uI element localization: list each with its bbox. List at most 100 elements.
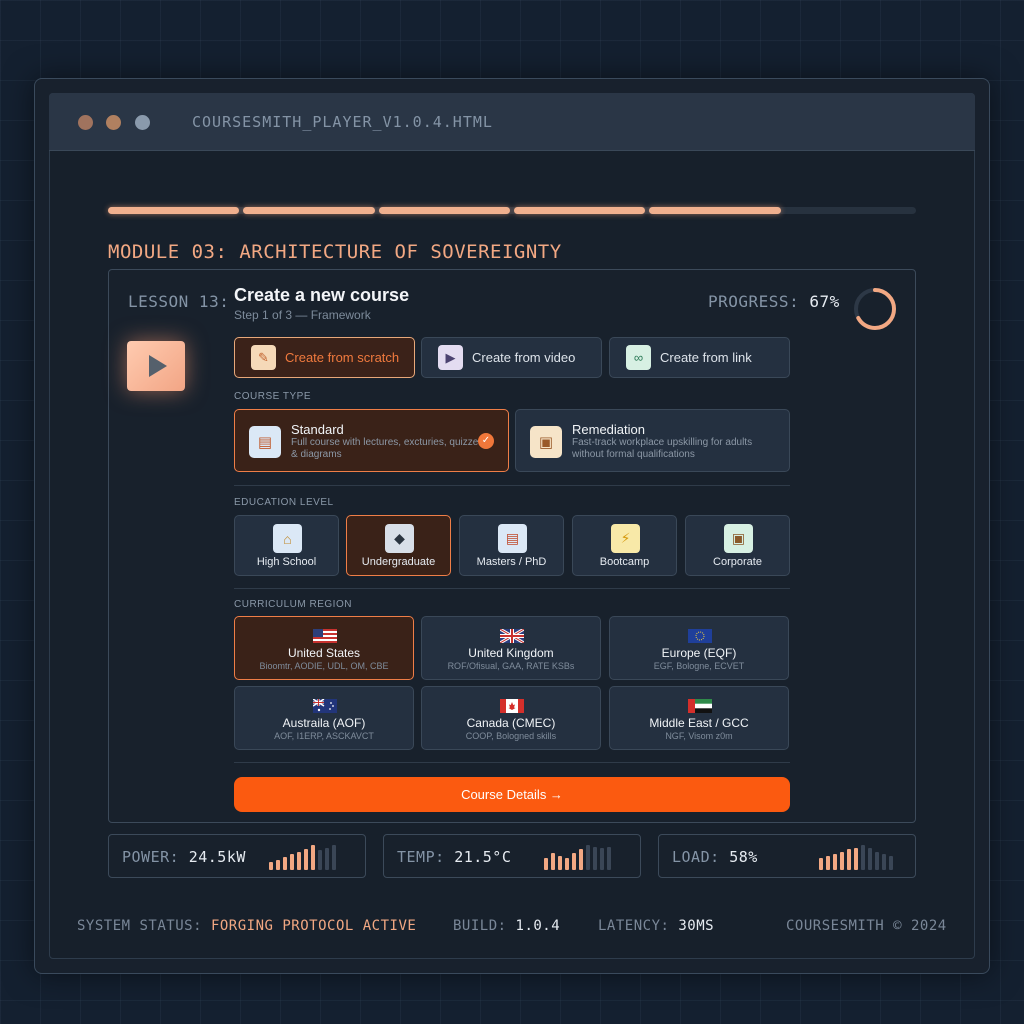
metric-bar — [889, 856, 893, 870]
region-name: Austraila (AOF) — [282, 716, 366, 730]
build-label: BUILD: — [453, 918, 507, 934]
region-middle-east[interactable]: Middle East / GCC NGF, Visom z0m — [609, 686, 789, 750]
education-level-masters-phd[interactable]: ▤ Masters / PhD — [459, 515, 564, 576]
metric-bar — [833, 854, 837, 870]
metric-readout: LOAD: 58% — [672, 848, 758, 866]
briefcase-icon: ▣ — [530, 426, 562, 458]
education-level-option-label: Undergraduate — [361, 556, 436, 568]
lightning-icon: ⚡ — [611, 524, 640, 553]
region-name: Europe (EQF) — [661, 646, 737, 660]
region-canada[interactable]: Canada (CMEC) COOP, Bologned skills — [421, 686, 601, 750]
create-from-video-label: Create from video — [472, 350, 576, 365]
region-frameworks: ROF/Ofisual, GAA, RATE KSBs — [447, 661, 575, 671]
metric-bar — [276, 860, 280, 870]
pencil-icon: ✎ — [251, 345, 276, 370]
metric-bar — [847, 849, 851, 870]
education-level-option-label: Bootcamp — [599, 556, 650, 568]
education-level-option-label: High School — [256, 556, 317, 568]
create-from-video-button[interactable]: ▶ Create from video — [421, 337, 602, 378]
metric-bar — [283, 857, 287, 870]
curriculum-region-label: CURRICULUM REGION — [234, 599, 352, 610]
region-name: United States — [287, 646, 361, 660]
system-status-value: FORGING PROTOCOL ACTIVE — [210, 918, 417, 934]
education-level-corporate[interactable]: ▣ Corporate — [685, 515, 790, 576]
education-level-option-label: Corporate — [713, 556, 762, 568]
region-united-kingdom[interactable]: United Kingdom ROF/Ofisual, GAA, RATE KS… — [421, 616, 601, 680]
progress-label: PROGRESS: — [708, 292, 800, 311]
create-from-link-button[interactable]: ∞ Create from link — [609, 337, 790, 378]
region-frameworks: COOP, Bologned skills — [465, 731, 557, 741]
metric-bar — [819, 858, 823, 870]
copyright: COURSESMITH © 2024 — [786, 918, 947, 934]
metric-bar — [826, 856, 830, 870]
play-button[interactable] — [127, 341, 185, 391]
us-flag-icon — [313, 629, 337, 643]
region-name: Canada (CMEC) — [466, 716, 556, 730]
metric-bar — [269, 862, 273, 870]
education-level-bootcamp[interactable]: ⚡ Bootcamp — [572, 515, 677, 576]
metric-value: 58% — [729, 848, 758, 866]
lesson-title: Create a new course — [234, 285, 410, 305]
section-divider — [234, 588, 790, 589]
build-value: 1.0.4 — [515, 918, 561, 934]
metric-bar — [593, 847, 597, 870]
video-camera-icon: ▶ — [438, 345, 463, 370]
metric-bar — [854, 848, 858, 870]
metric-bar — [579, 849, 583, 870]
window-minimize-dot[interactable] — [106, 115, 121, 130]
metric-bars — [544, 844, 611, 870]
metric-bars — [269, 844, 336, 870]
education-level-undergraduate[interactable]: ◆ Undergraduate — [346, 515, 451, 576]
progress-value: 67% — [809, 292, 840, 311]
metric-bar — [304, 849, 308, 870]
module-progress-segment — [378, 207, 510, 214]
course-type-name: Remediation — [572, 422, 645, 437]
briefcase-icon: ▣ — [724, 524, 753, 553]
books-icon: ▤ — [249, 426, 281, 458]
region-europe[interactable]: Europe (EQF) EGF, Bologne, ECVET — [609, 616, 789, 680]
metric-bar — [290, 854, 294, 870]
eu-flag-icon — [688, 629, 712, 643]
region-name: United Kingdom — [468, 646, 554, 660]
play-icon — [149, 355, 167, 377]
metric-value: 24.5kW — [188, 848, 246, 866]
system-status: SYSTEM STATUS: FORGING PROTOCOL ACTIVE — [77, 918, 416, 934]
metric-bar — [325, 848, 329, 870]
metric-bars — [819, 844, 893, 870]
education-level-high-school[interactable]: ⌂ High School — [234, 515, 339, 576]
metric-bar — [565, 858, 569, 870]
create-from-scratch-label: Create from scratch — [285, 350, 400, 365]
course-type-standard[interactable]: ▤ Standard Full course with lectures, ex… — [234, 409, 509, 472]
latency-label: LATENCY: — [598, 918, 670, 934]
books-icon: ▤ — [498, 524, 527, 553]
window-maximize-dot[interactable] — [135, 115, 150, 130]
metric-bar — [297, 852, 301, 870]
metric-bar — [318, 850, 322, 870]
course-type-remediation[interactable]: ▣ Remediation Fast-track workplace upski… — [515, 409, 790, 472]
metric-label: LOAD: — [672, 848, 720, 866]
region-frameworks: EGF, Bologne, ECVET — [653, 661, 745, 671]
metric-readout: POWER: 24.5kW — [122, 848, 246, 866]
region-united-states[interactable]: United States Bioomtr, AODIE, UDL, OM, C… — [234, 616, 414, 680]
metric-bar — [558, 856, 562, 870]
metric-power: POWER: 24.5kW — [108, 834, 366, 878]
create-from-link-label: Create from link — [660, 350, 752, 365]
metric-bar — [600, 848, 604, 870]
module-progress-segment — [514, 207, 646, 214]
region-australia[interactable]: Austraila (AOF) AOF, I1ERP, ASCKAVCT — [234, 686, 414, 750]
course-type-desc: Full course with lectures, excturies, qu… — [291, 437, 484, 460]
metric-bar — [551, 853, 555, 870]
metric-bar — [875, 852, 879, 870]
metric-bar — [868, 848, 872, 870]
module-title: MODULE 03: ARCHITECTURE OF SOVEREIGNTY — [108, 241, 562, 263]
education-level-label: EDUCATION LEVEL — [234, 497, 334, 508]
course-details-button[interactable]: Course Details → — [234, 777, 790, 812]
uae-flag-icon — [688, 699, 712, 713]
course-type-name: Standard — [291, 422, 344, 437]
metric-load: LOAD: 58% — [658, 834, 916, 878]
lesson-step: Step 1 of 3 — Framework — [234, 308, 371, 322]
create-from-scratch-button[interactable]: ✎ Create from scratch — [234, 337, 415, 378]
section-divider — [234, 762, 790, 763]
progress-ring — [854, 288, 896, 330]
window-close-dot[interactable] — [78, 115, 93, 130]
